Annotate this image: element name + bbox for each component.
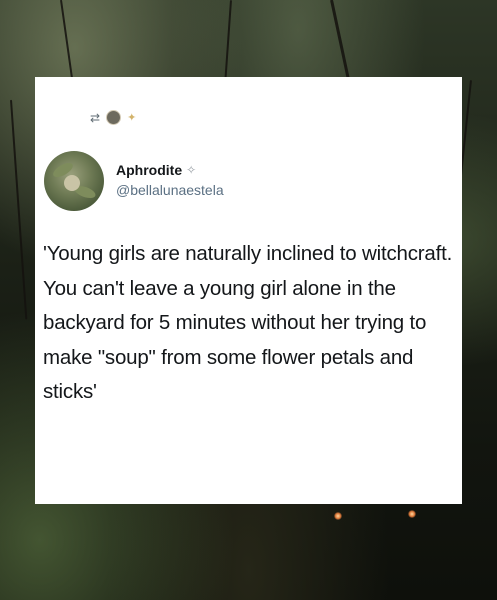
author-row: Aphrodite ✧ xyxy=(116,162,196,178)
author-name[interactable]: Aphrodite xyxy=(116,162,182,178)
author-handle[interactable]: @bellalunaestela xyxy=(116,182,224,198)
post-text: 'Young girls are naturally inclined to w… xyxy=(43,242,453,403)
retweeter-avatar[interactable] xyxy=(106,110,122,125)
candle-light xyxy=(408,510,416,518)
candle-light xyxy=(334,512,342,520)
fairy-emoji-icon: ✧ xyxy=(186,163,197,177)
sparkle-icon: ✦ xyxy=(127,112,137,124)
retweet-icon[interactable]: ⇄ xyxy=(90,111,100,125)
retweet-row: ⇄ ✦ xyxy=(90,110,136,125)
profile-avatar[interactable] xyxy=(44,151,104,211)
avatar-leaf xyxy=(64,175,80,191)
